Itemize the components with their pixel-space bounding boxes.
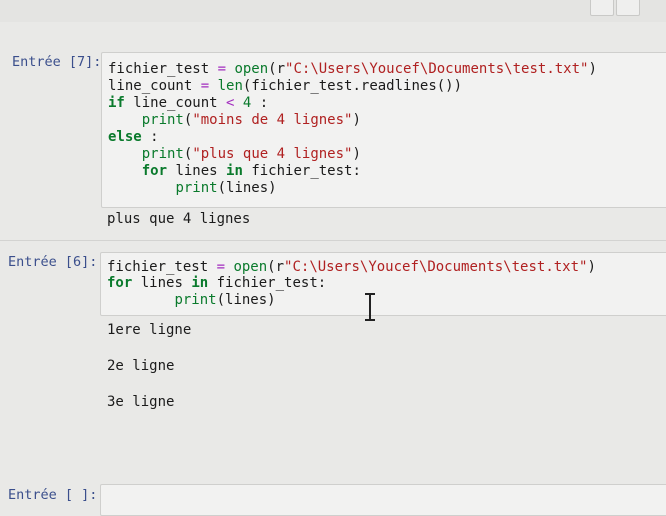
cell-prompt: Entrée [ ]: xyxy=(8,487,98,503)
code-line: if line_count < 4 : xyxy=(108,95,268,112)
code-token: "C:\Users\Youcef\Documents\test.txt" xyxy=(284,259,588,275)
code-token: in xyxy=(226,163,243,179)
code-token: = xyxy=(216,259,226,275)
cell-prompt: Entrée [6]: xyxy=(8,254,98,270)
toolbar-button[interactable] xyxy=(590,0,614,16)
code-line: line_count = len(fichier_test.readlines(… xyxy=(108,78,462,95)
code-token: print xyxy=(175,180,218,196)
code-token: else xyxy=(108,129,142,145)
code-token: (lines) xyxy=(217,180,277,196)
code-token: "plus que 4 lignes" xyxy=(192,146,353,162)
cell-separator xyxy=(0,240,666,241)
code-token: (r xyxy=(267,259,285,275)
code-token: print xyxy=(141,112,184,128)
code-token: ) xyxy=(588,61,597,77)
cell-output-text: 1ere ligne xyxy=(107,322,192,338)
code-line: fichier_test = open(r"C:\Users\Youcef\Do… xyxy=(107,259,596,276)
code-token: open xyxy=(234,61,269,77)
code-line: for lines in fichier_test: xyxy=(107,275,326,292)
code-line: print(lines) xyxy=(108,180,277,197)
code-token: for xyxy=(141,163,168,179)
cell-output-text: 2e ligne xyxy=(107,358,175,374)
code-token: lines xyxy=(132,275,192,291)
code-token: lines xyxy=(167,163,227,179)
code-token: (lines) xyxy=(216,292,276,308)
code-token: = xyxy=(217,61,227,77)
code-token: fichier_test xyxy=(108,61,218,77)
code-token: : xyxy=(141,129,159,145)
cell-output-text: 3e ligne xyxy=(107,394,175,410)
cell-output-text: plus que 4 lignes xyxy=(107,211,251,227)
code-token: open xyxy=(233,259,268,275)
code-token: ) xyxy=(587,259,596,275)
code-token: (r xyxy=(268,61,286,77)
code-cell-input[interactable]: fichier_test = open(r"C:\Users\Youcef\Do… xyxy=(100,252,666,316)
code-line: print("moins de 4 lignes") xyxy=(108,112,361,129)
code-token: in xyxy=(191,275,209,291)
code-token: print xyxy=(141,146,184,162)
code-token: ) xyxy=(352,112,361,128)
code-line: for lines in fichier_test: xyxy=(108,163,361,180)
code-line: fichier_test = open(r"C:\Users\Youcef\Do… xyxy=(108,61,597,78)
code-cell-input[interactable] xyxy=(100,484,666,516)
code-token: fichier_test: xyxy=(208,275,327,291)
code-token: line_count xyxy=(124,95,227,111)
code-token: print xyxy=(174,292,217,308)
code-line: print("plus que 4 lignes") xyxy=(108,146,361,163)
code-token: (fichier_test.readlines()) xyxy=(242,78,463,94)
code-token: for xyxy=(107,275,133,291)
code-line: print(lines) xyxy=(107,292,276,309)
code-token: = xyxy=(200,78,210,94)
code-token: len xyxy=(217,78,243,94)
code-token: line_count xyxy=(108,78,201,94)
code-token: fichier_test xyxy=(107,259,217,275)
toolbar-button[interactable] xyxy=(616,0,640,16)
code-token: fichier_test: xyxy=(242,163,361,179)
code-token: ) xyxy=(352,146,361,162)
code-cell-input[interactable]: fichier_test = open(r"C:\Users\Youcef\Do… xyxy=(101,52,666,208)
code-token: "moins de 4 lignes" xyxy=(192,112,353,128)
notebook-toolbar xyxy=(0,0,666,22)
code-line: else : xyxy=(108,129,159,146)
code-token: : xyxy=(251,95,269,111)
text-cursor-icon xyxy=(365,293,375,321)
code-token: "C:\Users\Youcef\Documents\test.txt" xyxy=(285,61,589,77)
cell-prompt: Entrée [7]: xyxy=(12,54,102,70)
code-token: if xyxy=(108,95,125,111)
